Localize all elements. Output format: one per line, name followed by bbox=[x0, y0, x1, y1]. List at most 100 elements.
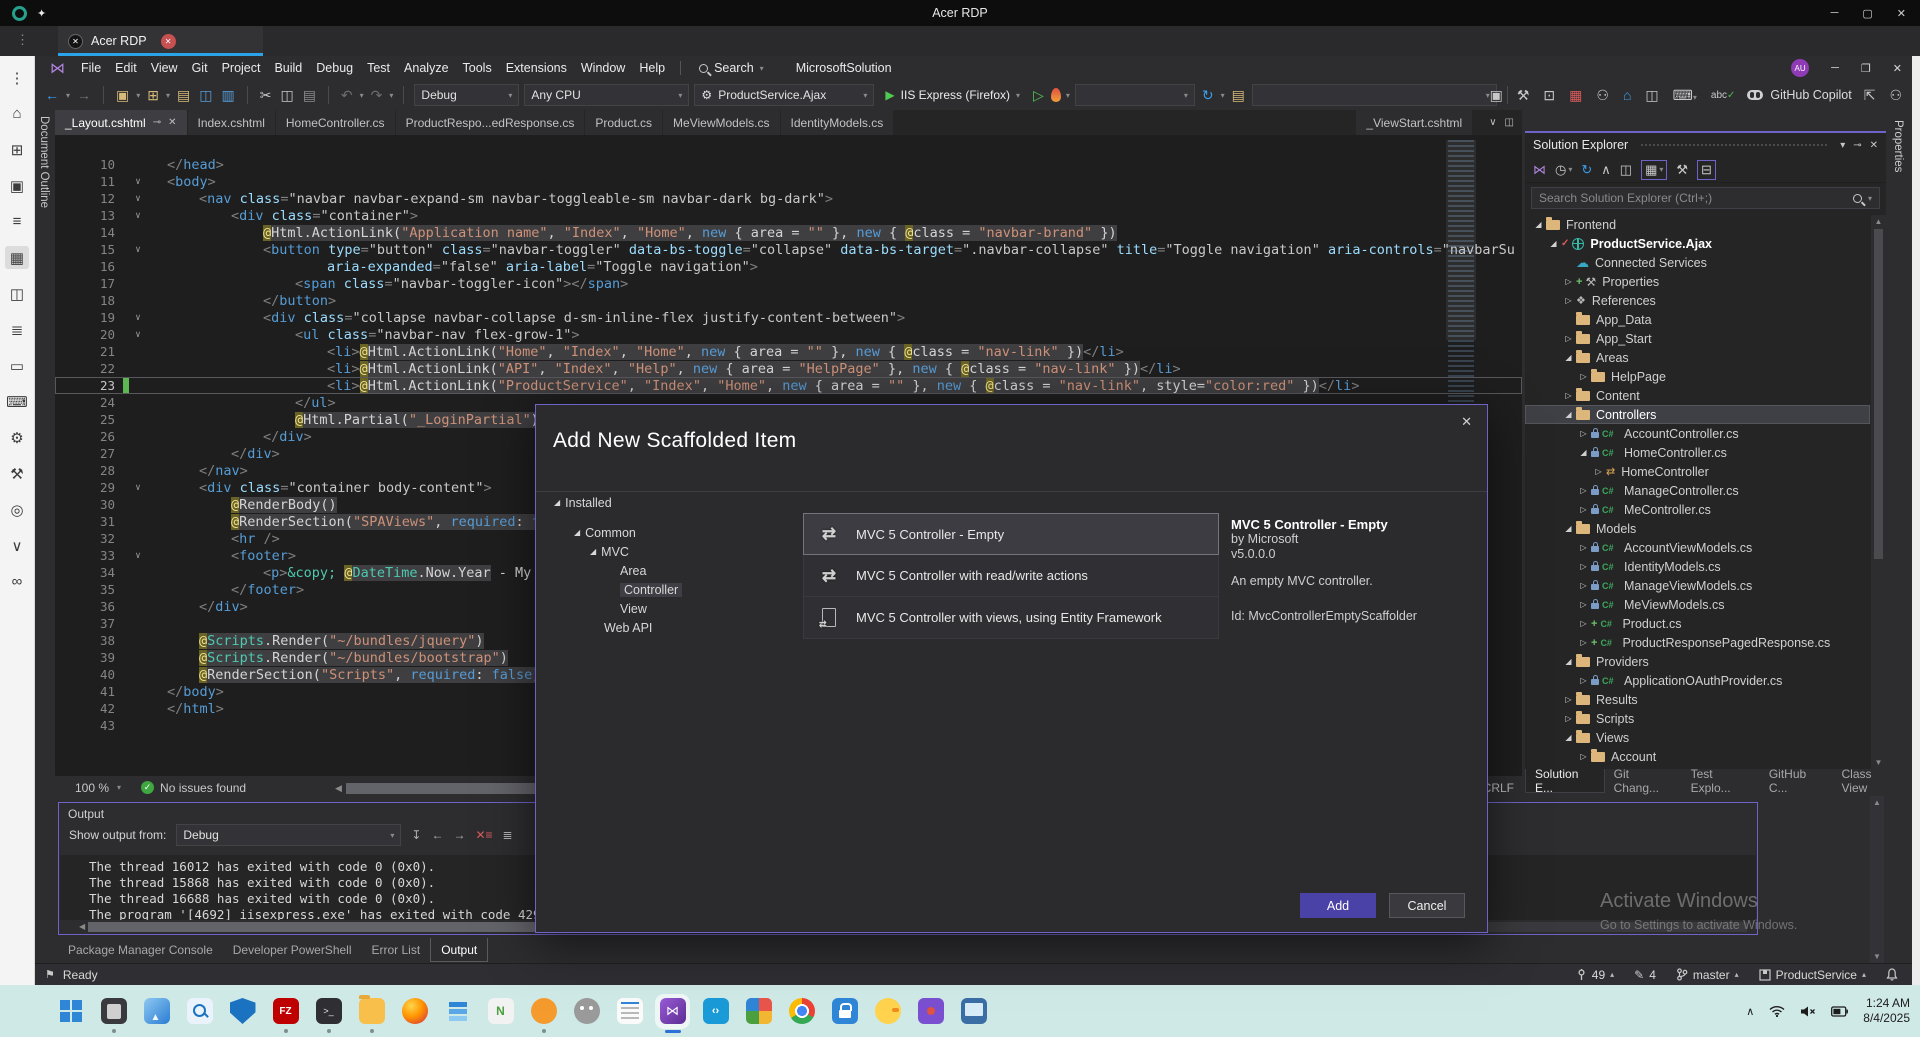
vs-minimize-icon[interactable]: ─ bbox=[1831, 62, 1839, 74]
editor-tab--layout-cshtml[interactable]: _Layout.cshtml ⊸ ✕ bbox=[55, 110, 187, 135]
github-copilot-button[interactable]: GitHub Copilot bbox=[1747, 88, 1852, 102]
menu-item-project[interactable]: Project bbox=[215, 61, 268, 75]
open-file-icon[interactable]: ▤ bbox=[175, 87, 192, 104]
tree-expander-icon[interactable]: ▷ bbox=[1561, 695, 1576, 704]
refresh-icon[interactable]: ↻ bbox=[1581, 162, 1592, 178]
dialog-tree-mvc[interactable]: ◢ MVC bbox=[536, 542, 798, 561]
fold-toggle-icon[interactable]: ∨ bbox=[129, 245, 147, 255]
vs-close-icon[interactable]: ✕ bbox=[1893, 62, 1902, 75]
volume-muted-icon[interactable] bbox=[1800, 1005, 1816, 1018]
tree-item-manageviewmodels-cs[interactable]: ▷ C# ManageViewModels.cs bbox=[1525, 576, 1870, 595]
window-maximize-icon[interactable]: ▢ bbox=[1862, 7, 1872, 20]
windows-security-icon[interactable] bbox=[228, 997, 257, 1026]
collapse-all-icon[interactable]: ∧ bbox=[1601, 162, 1611, 178]
grid-icon[interactable]: ▦ bbox=[5, 246, 29, 269]
solution-explorer-search[interactable]: Search Solution Explorer (Ctrl+;) ▾ bbox=[1531, 187, 1880, 209]
rdp-scrollbar[interactable] bbox=[1912, 56, 1920, 985]
tree-item-accountcontroller-cs[interactable]: ▷ C# AccountController.cs bbox=[1525, 424, 1870, 443]
chevron-down-icon[interactable]: ∨ bbox=[5, 534, 29, 557]
toolbox-icon[interactable]: ⊡ bbox=[1541, 87, 1557, 104]
editor-tab-meviewmodels-cs[interactable]: MeViewModels.cs bbox=[663, 110, 780, 135]
notepad-plus-plus-icon[interactable]: N bbox=[486, 997, 515, 1026]
dock-tab-github-c---[interactable]: GitHub C... bbox=[1760, 767, 1833, 795]
taskbar-clock[interactable]: 1:24 AM 8/4/2025 bbox=[1863, 996, 1910, 1026]
fold-toggle-icon[interactable]: ∨ bbox=[129, 211, 147, 221]
tree-item-mecontroller-cs[interactable]: ▷ C# MeController.cs bbox=[1525, 500, 1870, 519]
jump-to-output-icon[interactable]: ↧ bbox=[411, 828, 421, 842]
save-all-icon[interactable]: ▥ bbox=[219, 87, 236, 104]
editor-tab-index-cshtml[interactable]: Index.cshtml bbox=[187, 110, 275, 135]
pin-icon[interactable]: ⊸ bbox=[1853, 140, 1861, 151]
home-icon[interactable]: ⌂ bbox=[5, 102, 29, 125]
menu-item-analyze[interactable]: Analyze bbox=[397, 61, 455, 75]
file-explorer-dark-icon[interactable] bbox=[99, 997, 128, 1033]
tree-item-accountviewmodels-cs[interactable]: ▷ C# AccountViewModels.cs bbox=[1525, 538, 1870, 557]
tree-expander-icon[interactable]: ▷ bbox=[1576, 505, 1591, 514]
record-icon[interactable]: ◎ bbox=[5, 498, 29, 521]
cyberduck-icon[interactable] bbox=[873, 997, 902, 1026]
tray-expand-icon[interactable]: ∧ bbox=[1746, 1005, 1754, 1018]
properties-wrench-icon[interactable]: ⚒ bbox=[1676, 162, 1688, 178]
tree-item-product-cs[interactable]: ▷ + C# Product.cs bbox=[1525, 614, 1870, 633]
previous-message-icon[interactable]: ← bbox=[431, 828, 443, 842]
scaffold-item-mvc-5-controller-with-views--using-entity-framework[interactable]: MVC 5 Controller with views, using Entit… bbox=[803, 597, 1219, 639]
menu-item-tools[interactable]: Tools bbox=[456, 61, 499, 75]
tree-item-applicationoauthprovider-cs[interactable]: ▷ C# ApplicationOAuthProvider.cs bbox=[1525, 671, 1870, 690]
menu-item-test[interactable]: Test bbox=[360, 61, 397, 75]
rows-icon[interactable]: ≣ bbox=[5, 318, 29, 341]
visual-studio-icon[interactable]: ⋈ bbox=[658, 996, 687, 1033]
split-window-icon[interactable]: ◫ bbox=[1505, 117, 1514, 128]
word-wrap-icon[interactable]: ≣ bbox=[503, 828, 513, 842]
refresh-icon[interactable]: ↻ bbox=[1200, 87, 1216, 104]
honeyview-icon[interactable] bbox=[529, 997, 558, 1033]
gimp-icon[interactable] bbox=[572, 997, 601, 1026]
list-icon[interactable]: ≡ bbox=[5, 210, 29, 233]
dialog-tree-area[interactable]: Area bbox=[536, 561, 798, 580]
tree-item-homecontroller[interactable]: ▷ ⇄ HomeController bbox=[1525, 462, 1870, 481]
pin-icon[interactable]: ⊸ bbox=[153, 117, 161, 128]
menu-item-help[interactable]: Help bbox=[632, 61, 672, 75]
editor-tab-identitymodels-cs[interactable]: IdentityModels.cs bbox=[780, 110, 894, 135]
tree-expander-icon[interactable]: ▷ bbox=[1561, 277, 1576, 286]
tree-item-properties[interactable]: ▷ + ⚒ Properties bbox=[1525, 272, 1870, 291]
menu-item-git[interactable]: Git bbox=[185, 61, 215, 75]
new-window-icon[interactable]: ⊞ bbox=[5, 138, 29, 161]
code-line-12[interactable]: 12 ∨ <nav class="navbar navbar-expand-sm n… bbox=[55, 190, 1522, 207]
tree-item-providers[interactable]: ◢ Providers bbox=[1525, 652, 1870, 671]
vs-restore-icon[interactable]: ❐ bbox=[1861, 62, 1871, 75]
tree-expander-icon[interactable]: ▷ bbox=[1576, 638, 1591, 647]
new-project-icon[interactable]: ▣ bbox=[114, 87, 131, 104]
dialog-tree-installed[interactable]: ◢ Installed bbox=[536, 493, 798, 512]
chrome-icon[interactable] bbox=[787, 997, 816, 1026]
next-message-icon[interactable]: → bbox=[453, 828, 465, 842]
zoom-control[interactable]: 100 % ▾ bbox=[75, 781, 121, 795]
tree-item-content[interactable]: ▷ Content bbox=[1525, 386, 1870, 405]
tree-item-helppage[interactable]: ▷ HelpPage bbox=[1525, 367, 1870, 386]
dock-scrollbar[interactable]: ▲ ▼ bbox=[1870, 796, 1884, 963]
tree-expander-icon[interactable]: ▷ bbox=[1561, 296, 1576, 305]
tree-expander-icon[interactable]: ▷ bbox=[1576, 619, 1591, 628]
fold-toggle-icon[interactable]: ∨ bbox=[129, 313, 147, 323]
pending-changes-filter-icon[interactable]: ◷ ▾ bbox=[1555, 162, 1572, 178]
notepad-icon[interactable] bbox=[615, 997, 644, 1026]
code-line-22[interactable]: 22 <li>@Html.ActionLink("API", "Index", "… bbox=[55, 360, 1522, 377]
dock-tab-output[interactable]: Output bbox=[430, 938, 489, 962]
git-branch-button[interactable]: master ▴ bbox=[1676, 968, 1739, 982]
tree-item-app-data[interactable]: App_Data bbox=[1525, 310, 1870, 329]
properties-tab[interactable]: Properties bbox=[1892, 110, 1904, 172]
startup-project-dropdown[interactable]: ⚙ ProductService.Ajax ▾ bbox=[694, 84, 875, 106]
editor-tab-homecontroller-cs[interactable]: HomeController.cs bbox=[275, 110, 395, 135]
menu-item-view[interactable]: View bbox=[144, 61, 185, 75]
tree-item-results[interactable]: ▷ Results bbox=[1525, 690, 1870, 709]
fold-toggle-icon[interactable]: ∨ bbox=[129, 177, 147, 187]
battery-icon[interactable] bbox=[1831, 1005, 1849, 1017]
tree-item-homecontroller-cs[interactable]: ◢ C# HomeController.cs bbox=[1525, 443, 1870, 462]
tree-item-references[interactable]: ▷ ❖ References bbox=[1525, 291, 1870, 310]
photos-icon[interactable] bbox=[142, 997, 171, 1026]
tree-expander-icon[interactable]: ▷ bbox=[1576, 676, 1591, 685]
tab-close-icon[interactable]: ✕ bbox=[168, 117, 176, 128]
solution-configuration-dropdown[interactable]: Debug ▾ bbox=[414, 84, 520, 106]
sharex-icon[interactable] bbox=[744, 997, 773, 1026]
tree-item-controllers[interactable]: ◢ Controllers bbox=[1525, 405, 1870, 424]
navigate-forward-icon[interactable]: → bbox=[75, 87, 93, 103]
